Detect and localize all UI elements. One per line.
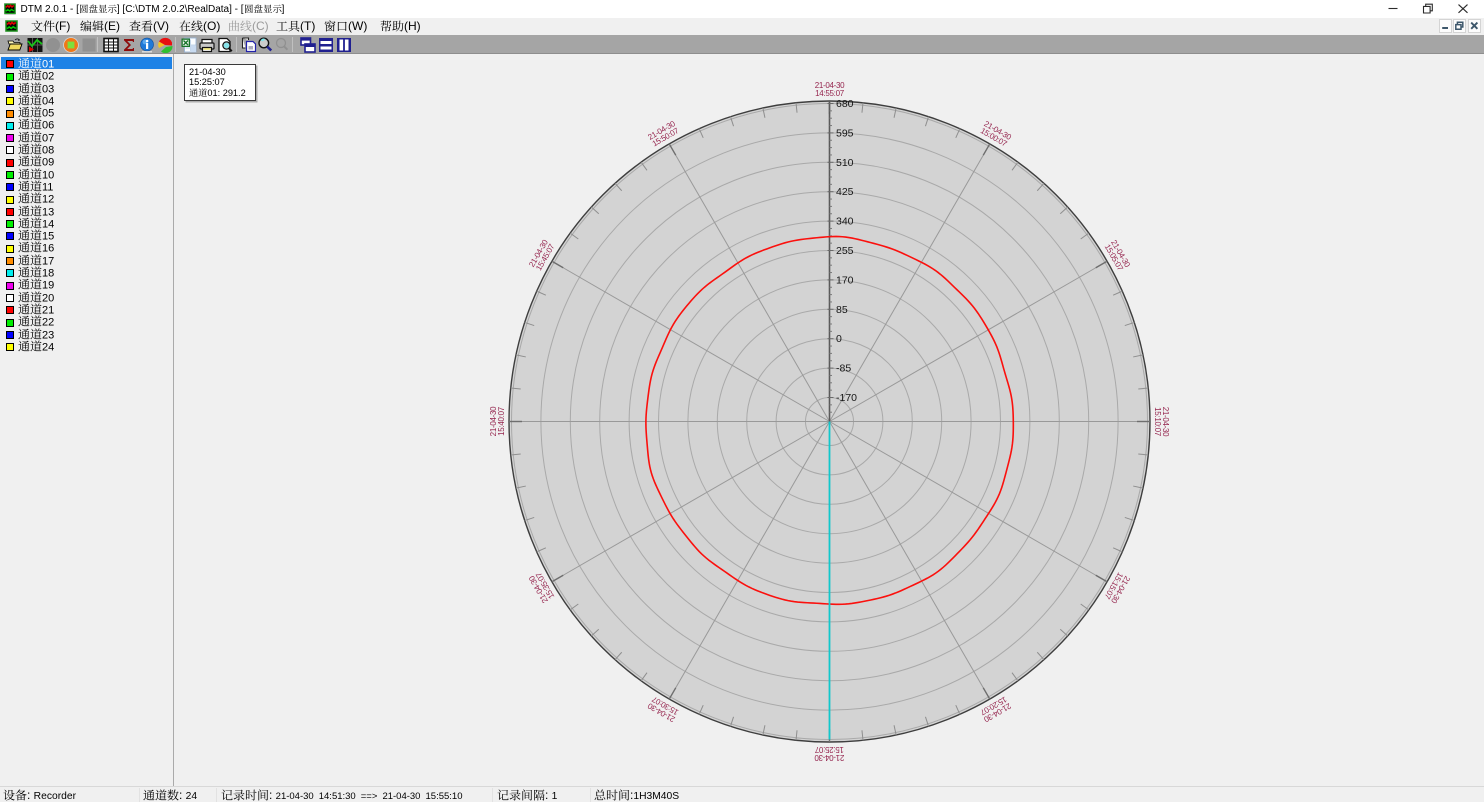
svg-text:15:10:07: 15:10:07 (1153, 407, 1162, 437)
svg-text:-85: -85 (836, 363, 851, 375)
svg-text:340: 340 (836, 216, 854, 228)
svg-text:595: 595 (836, 127, 854, 139)
svg-text:15:25:07: 15:25:07 (814, 745, 844, 754)
svg-text:680: 680 (836, 98, 854, 110)
svg-text:0: 0 (836, 333, 842, 345)
svg-text:-170: -170 (836, 392, 857, 404)
svg-text:15:40:07: 15:40:07 (497, 406, 506, 436)
svg-text:255: 255 (836, 245, 854, 257)
svg-text:14:55:07: 14:55:07 (815, 89, 845, 98)
svg-text:510: 510 (836, 157, 854, 169)
svg-text:425: 425 (836, 186, 854, 198)
svg-text:170: 170 (836, 274, 854, 286)
svg-text:85: 85 (836, 304, 848, 316)
